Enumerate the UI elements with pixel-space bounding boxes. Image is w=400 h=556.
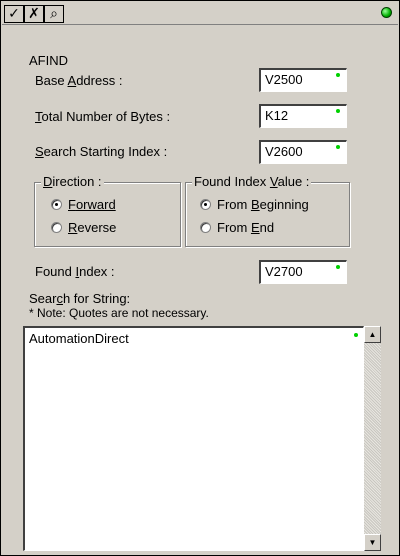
arrow-up-icon: ▲ bbox=[368, 330, 377, 339]
instruction-title: AFIND bbox=[29, 53, 68, 68]
found-index-label: Found Index : bbox=[35, 264, 115, 279]
found-value-group-title: Found Index Value : bbox=[192, 174, 312, 189]
valid-indicator-icon bbox=[336, 73, 340, 77]
arrow-down-icon: ▼ bbox=[368, 538, 377, 547]
found-value-group: Found Index Value : From Beginning From … bbox=[185, 174, 350, 247]
radio-selected-icon bbox=[200, 199, 211, 210]
radio-unselected-icon bbox=[200, 222, 211, 233]
search-string-label: Search for String: bbox=[29, 291, 131, 306]
direction-forward-radio[interactable]: Forward bbox=[51, 197, 116, 212]
afind-dialog: ✓ ✗ ⌕ AFIND Base Address : V2500 Total N… bbox=[0, 0, 400, 556]
status-led-icon bbox=[381, 7, 392, 18]
help-button[interactable]: ⌕ bbox=[44, 5, 64, 23]
total-bytes-field[interactable]: K12 bbox=[259, 104, 347, 128]
total-bytes-label: Total Number of Bytes : bbox=[35, 109, 171, 124]
direction-group-title: Direction : bbox=[41, 174, 104, 189]
search-start-label: Search Starting Index : bbox=[35, 144, 168, 159]
accept-button[interactable]: ✓ bbox=[4, 5, 24, 23]
valid-indicator-icon bbox=[336, 145, 340, 149]
search-string-textarea[interactable]: AutomationDirect bbox=[23, 326, 364, 551]
scroll-down-button[interactable]: ▼ bbox=[364, 534, 381, 551]
quotes-note: * Note: Quotes are not necessary. bbox=[29, 306, 209, 320]
radio-unselected-icon bbox=[51, 222, 62, 233]
search-string-value: AutomationDirect bbox=[29, 331, 129, 346]
from-beginning-radio[interactable]: From Beginning bbox=[200, 197, 309, 212]
scroll-up-button[interactable]: ▲ bbox=[364, 326, 381, 343]
direction-group: Direction : Forward Reverse bbox=[34, 174, 181, 247]
base-address-label: Base Address : bbox=[35, 73, 123, 88]
direction-reverse-radio[interactable]: Reverse bbox=[51, 220, 116, 235]
valid-indicator-icon bbox=[354, 333, 358, 337]
vertical-scrollbar[interactable]: ▲ ▼ bbox=[364, 326, 381, 551]
cancel-button[interactable]: ✗ bbox=[24, 5, 44, 23]
toolbar: ✓ ✗ ⌕ bbox=[2, 2, 398, 25]
found-index-field[interactable]: V2700 bbox=[259, 260, 347, 284]
base-address-field[interactable]: V2500 bbox=[259, 68, 347, 92]
search-help-icon: ⌕ bbox=[50, 6, 58, 22]
x-icon: ✗ bbox=[28, 6, 40, 22]
check-icon: ✓ bbox=[8, 6, 20, 22]
valid-indicator-icon bbox=[336, 265, 340, 269]
search-start-field[interactable]: V2600 bbox=[259, 140, 347, 164]
radio-selected-icon bbox=[51, 199, 62, 210]
valid-indicator-icon bbox=[336, 109, 340, 113]
from-end-radio[interactable]: From End bbox=[200, 220, 274, 235]
